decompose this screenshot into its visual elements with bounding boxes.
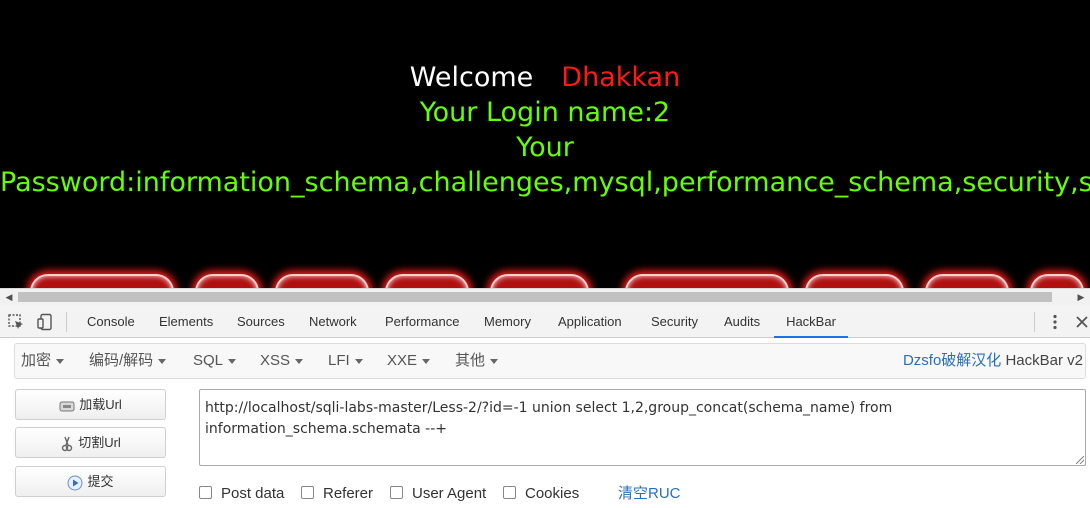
menu-lfi[interactable]: LFI — [328, 344, 363, 378]
brand-version: HackBar v2 — [1001, 352, 1083, 369]
glowing-banner-image — [0, 268, 1090, 290]
scroll-right-icon[interactable]: ▶ — [1074, 291, 1088, 303]
play-icon — [67, 475, 83, 491]
post-data-checkbox[interactable]: Post data — [199, 485, 284, 505]
checkbox-box[interactable] — [503, 486, 516, 499]
menu-label: XXE — [387, 352, 418, 369]
clear-link[interactable]: 清空RUC — [618, 485, 681, 503]
more-options-icon[interactable] — [1046, 313, 1064, 331]
tab-console[interactable]: Console — [87, 305, 135, 338]
menu-xss[interactable]: XSS — [260, 344, 304, 378]
url-text: http://localhost/sqli-labs-master/Less-2… — [205, 400, 893, 437]
caret-down-icon — [158, 358, 167, 364]
scroll-left-icon[interactable]: ◀ — [2, 291, 16, 303]
close-icon[interactable] — [1073, 313, 1090, 331]
tab-hackbar[interactable]: HackBar — [774, 305, 848, 338]
scissors-icon — [61, 436, 73, 451]
checkbox-box[interactable] — [301, 486, 314, 499]
devtools-tabbar: Console Elements Sources Network Perform… — [0, 305, 1090, 338]
device-toolbar-icon[interactable] — [36, 313, 54, 331]
username-text: Dhakkan — [561, 62, 681, 93]
menu-other[interactable]: 其他 — [455, 344, 499, 378]
split-url-label: 切割Url — [78, 435, 121, 450]
checkbox-label: User Agent — [412, 485, 487, 502]
load-icon — [59, 401, 75, 412]
caret-down-icon — [422, 358, 431, 364]
user-agent-checkbox[interactable]: User Agent — [390, 485, 486, 505]
caret-down-icon — [56, 358, 65, 364]
tab-memory[interactable]: Memory — [484, 305, 531, 338]
resize-grip-icon[interactable] — [1076, 456, 1084, 464]
split-url-button[interactable]: 切割Url — [15, 427, 166, 458]
menu-encrypt[interactable]: 加密 — [21, 344, 65, 378]
scrollbar-thumb[interactable] — [18, 292, 1052, 302]
tab-application[interactable]: Application — [558, 305, 622, 338]
menu-label: 编码/解码 — [89, 352, 154, 369]
tab-network[interactable]: Network — [309, 305, 357, 338]
brand-highlight: Dzsfo破解汉化 — [902, 352, 1002, 369]
menu-label: 其他 — [455, 352, 486, 369]
tab-security[interactable]: Security — [651, 305, 698, 338]
tab-audits[interactable]: Audits — [724, 305, 760, 338]
checkbox-box[interactable] — [199, 486, 212, 499]
cookies-checkbox[interactable]: Cookies — [503, 485, 579, 505]
checkbox-label: Post data — [221, 485, 285, 502]
tab-performance[interactable]: Performance — [385, 305, 459, 338]
horizontal-scrollbar[interactable]: ◀ ▶ — [0, 288, 1090, 305]
hackbar-menu: 加密 编码/解码 SQL XSS LFI XXE 其他 Dzsfo破解汉化 Ha… — [14, 343, 1086, 379]
inspect-element-icon[interactable] — [7, 313, 25, 331]
caret-down-icon — [490, 358, 499, 364]
referer-checkbox[interactable]: Referer — [301, 485, 373, 505]
menu-encode-decode[interactable]: 编码/解码 — [89, 344, 167, 378]
caret-down-icon — [295, 358, 304, 364]
load-url-label: 加载Url — [79, 397, 122, 412]
submit-button[interactable]: 提交 — [15, 466, 166, 497]
submit-label: 提交 — [87, 474, 114, 489]
password-line: Password:information_schema,challenges,m… — [0, 167, 1090, 198]
checkbox-label: Referer — [323, 485, 374, 502]
load-url-button[interactable]: 加载Url — [15, 389, 166, 420]
hackbar-brand[interactable]: Dzsfo破解汉化 HackBar v2 — [903, 344, 1083, 378]
tab-sources[interactable]: Sources — [237, 305, 285, 338]
caret-down-icon — [228, 358, 237, 364]
welcome-text: Welcome — [409, 62, 534, 93]
menu-sql[interactable]: SQL — [193, 344, 237, 378]
checkbox-label: Cookies — [525, 485, 580, 502]
checkbox-box[interactable] — [390, 486, 403, 499]
menu-label: LFI — [328, 352, 350, 369]
welcome-line: Welcome Dhakkan — [0, 62, 1090, 93]
menu-label: XSS — [260, 352, 291, 369]
menu-label: 加密 — [21, 352, 52, 369]
url-textarea[interactable]: http://localhost/sqli-labs-master/Less-2… — [199, 389, 1086, 466]
menu-xxe[interactable]: XXE — [387, 344, 431, 378]
page-viewport: Welcome Dhakkan Your Login name:2 Your Pa… — [0, 0, 1090, 290]
tab-elements[interactable]: Elements — [159, 305, 213, 338]
menu-label: SQL — [193, 352, 224, 369]
devtools-panel: Console Elements Sources Network Perform… — [0, 305, 1090, 508]
login-name-line: Your Login name:2 — [419, 97, 671, 128]
your-label: Your — [516, 132, 574, 163]
caret-down-icon — [354, 358, 363, 364]
